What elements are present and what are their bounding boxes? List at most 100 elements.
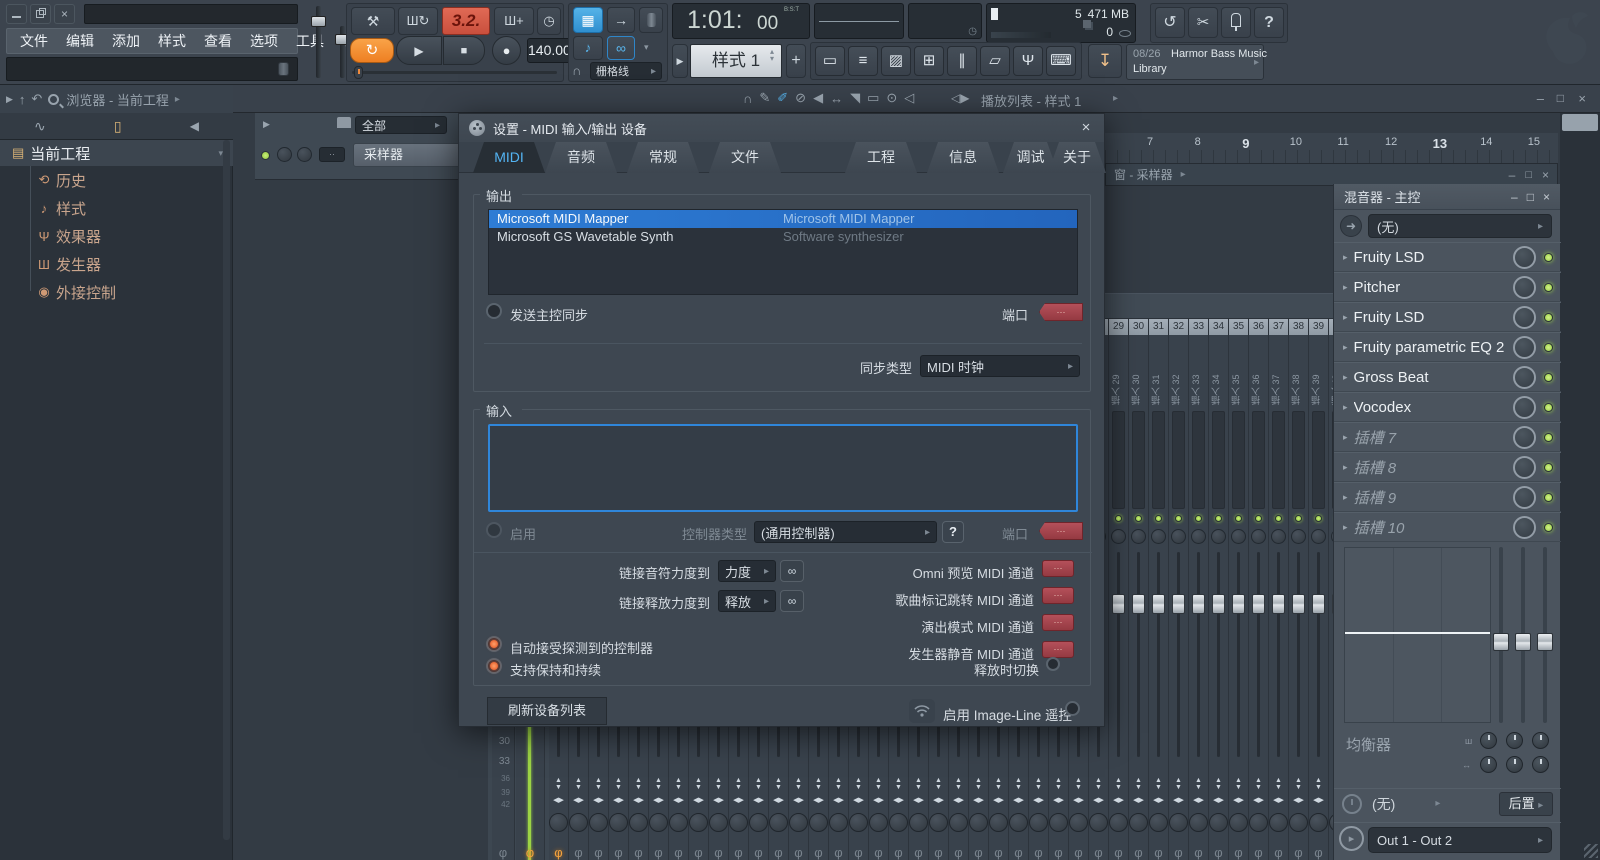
menu-item[interactable]: 工具 [287,31,333,51]
oscilloscope-panel[interactable] [814,3,904,39]
fx-slot-icon[interactable]: φ [1109,845,1128,860]
stereo-arrows-icon[interactable]: ◀▶ [1109,796,1128,804]
stereo-arrows-icon[interactable]: ◀▶ [669,796,688,804]
metronome-button[interactable]: Ш↻ [398,7,438,35]
separator-arrows-icon[interactable]: ▲▼ [749,777,768,791]
fader-thumb[interactable] [1112,594,1125,614]
stereo-sep-knob[interactable] [749,813,768,832]
track-fader[interactable] [1169,552,1188,757]
tab-信息[interactable]: 信息 [927,142,999,173]
pattern-selector[interactable]: 样式 1 [690,44,782,78]
stereo-sep-knob[interactable] [1009,813,1028,832]
eq-band3-slider[interactable] [1539,547,1551,723]
effect-slot[interactable]: ▸Vocodex [1334,392,1561,422]
stereo-arrows-icon[interactable]: ◀▶ [629,796,648,804]
shuttle-slider-thumb[interactable] [354,66,363,79]
track-fader[interactable] [1109,552,1128,757]
separator-arrows-icon[interactable]: ▲▼ [949,777,968,791]
channel-vol-knob[interactable] [297,147,312,162]
fx-slot-icon[interactable]: φ [849,845,868,860]
loop-record-button[interactable]: ↻ [350,38,394,63]
stereo-arrows-icon[interactable]: ◀▶ [1089,796,1108,804]
fader-thumb[interactable] [1232,594,1245,614]
stereo-sep-knob[interactable] [1069,813,1088,832]
mixer-track-strip[interactable]: 37插入 37▲▼◀▶φ◷△ [1269,319,1289,860]
fx-slot-icon[interactable]: φ [1089,845,1108,860]
stereo-sep-knob[interactable] [729,813,748,832]
track-fader[interactable] [1209,552,1228,757]
master-volume-thumb[interactable] [311,16,326,27]
track-fader[interactable] [1249,552,1268,757]
track-led[interactable] [1135,515,1142,522]
stereo-arrows-icon[interactable]: ◀▶ [929,796,948,804]
stereo-sep-knob[interactable] [609,813,628,832]
output-port-value[interactable]: ··· [1039,303,1083,321]
stereo-arrows-icon[interactable]: ◀▶ [609,796,628,804]
fx-slot-icon[interactable]: φ [1209,845,1228,860]
channel-led[interactable] [261,151,270,160]
eq-graph[interactable] [1344,547,1491,723]
fader-thumb[interactable] [1292,594,1305,614]
separator-arrows-icon[interactable]: ▲▼ [809,777,828,791]
dialog-titlebar[interactable]: 设置 - MIDI 输入/输出 设备 [459,114,1104,142]
stereo-sep-knob[interactable] [889,813,908,832]
window-restore-button[interactable] [30,4,51,24]
mixer-track-strip[interactable]: 39插入 39▲▼◀▶φ◷△ [1309,319,1329,860]
multilink-knob-button[interactable] [639,7,663,33]
cut-tool-button[interactable]: ✂ [1188,7,1218,38]
track-pan-knob[interactable] [1291,529,1306,544]
midi-output-list[interactable]: Microsoft MIDI MapperMicrosoft MIDI Mapp… [488,209,1078,295]
track-fader[interactable] [1129,552,1148,757]
window-close-button[interactable]: × [54,4,75,24]
sync-type-dropdown[interactable]: MIDI 时钟▸ [920,355,1080,377]
delete-icon[interactable]: ⊘ [795,90,806,106]
separator-arrows-icon[interactable]: ▲▼ [669,777,688,791]
fx-slot-icon[interactable]: φ [989,845,1008,860]
separator-arrows-icon[interactable]: ▲▼ [829,777,848,791]
eq-band1-slider[interactable] [1495,547,1507,723]
mixer-track-strip[interactable]: 35插入 35▲▼◀▶φ◷△ [1229,319,1249,860]
stretch-icon[interactable]: ↔ [830,91,843,106]
step-edit-button[interactable]: → [607,7,635,33]
stereo-sep-knob[interactable] [1089,813,1108,832]
eq-knob-5[interactable] [1506,756,1523,773]
track-led[interactable] [1115,515,1122,522]
stereo-sep-knob[interactable] [909,813,928,832]
eq-band2-thumb[interactable] [1515,633,1531,651]
separator-arrows-icon[interactable]: ▲▼ [589,777,608,791]
fx-slot-icon[interactable]: φ [549,845,568,860]
stereo-arrows-icon[interactable]: ◀▶ [1289,796,1308,804]
stereo-sep-knob[interactable] [709,813,728,832]
fx-slot-icon[interactable]: φ [969,845,988,860]
slot-mix-knob[interactable] [1513,366,1536,389]
auto-accept-radio[interactable] [486,636,502,652]
fx-slot-icon[interactable]: φ [516,845,544,860]
effect-slot[interactable]: ▸Fruity parametric EQ 2 [1334,332,1561,362]
fx-slot-icon[interactable]: φ [1229,845,1248,860]
play-button[interactable]: ▶ [396,36,442,65]
slot-mix-knob[interactable] [1513,336,1536,359]
slide-notes-button[interactable]: ♪ [573,36,603,60]
tab-工程[interactable]: 工程 [845,142,917,173]
separator-arrows-icon[interactable]: ▲▼ [1009,777,1028,791]
separator-arrows-icon[interactable]: ▲▼ [1089,777,1108,791]
stereo-arrows-icon[interactable]: ◀▶ [1249,796,1268,804]
separator-arrows-icon[interactable]: ▲▼ [1109,777,1128,791]
mixer-track-strip[interactable]: 36插入 36▲▼◀▶φ◷△ [1249,319,1269,860]
stereo-arrows-icon[interactable]: ◀▶ [1009,796,1028,804]
fx-slot-icon[interactable]: φ [1069,845,1088,860]
stereo-arrows-icon[interactable]: ◀▶ [1169,796,1188,804]
track-led[interactable] [1155,515,1162,522]
countdown-button[interactable]: ◷ [537,7,561,35]
fx-slot-icon[interactable]: φ [589,845,608,860]
mixer-track-strip[interactable]: 34插入 34▲▼◀▶φ◷△ [1209,319,1229,860]
stereo-sep-knob[interactable] [809,813,828,832]
separator-arrows-icon[interactable]: ▲▼ [789,777,808,791]
slot-mix-knob[interactable] [1513,396,1536,419]
fx-slot-icon[interactable]: φ [889,845,908,860]
dialog-close-button[interactable]: × [1076,119,1096,137]
separator-arrows-icon[interactable]: ▲▼ [1229,777,1248,791]
stop-button[interactable]: ■ [443,36,485,65]
fx-slot-icon[interactable]: φ [1289,845,1308,860]
undo-icon[interactable]: ↶ [31,91,42,107]
